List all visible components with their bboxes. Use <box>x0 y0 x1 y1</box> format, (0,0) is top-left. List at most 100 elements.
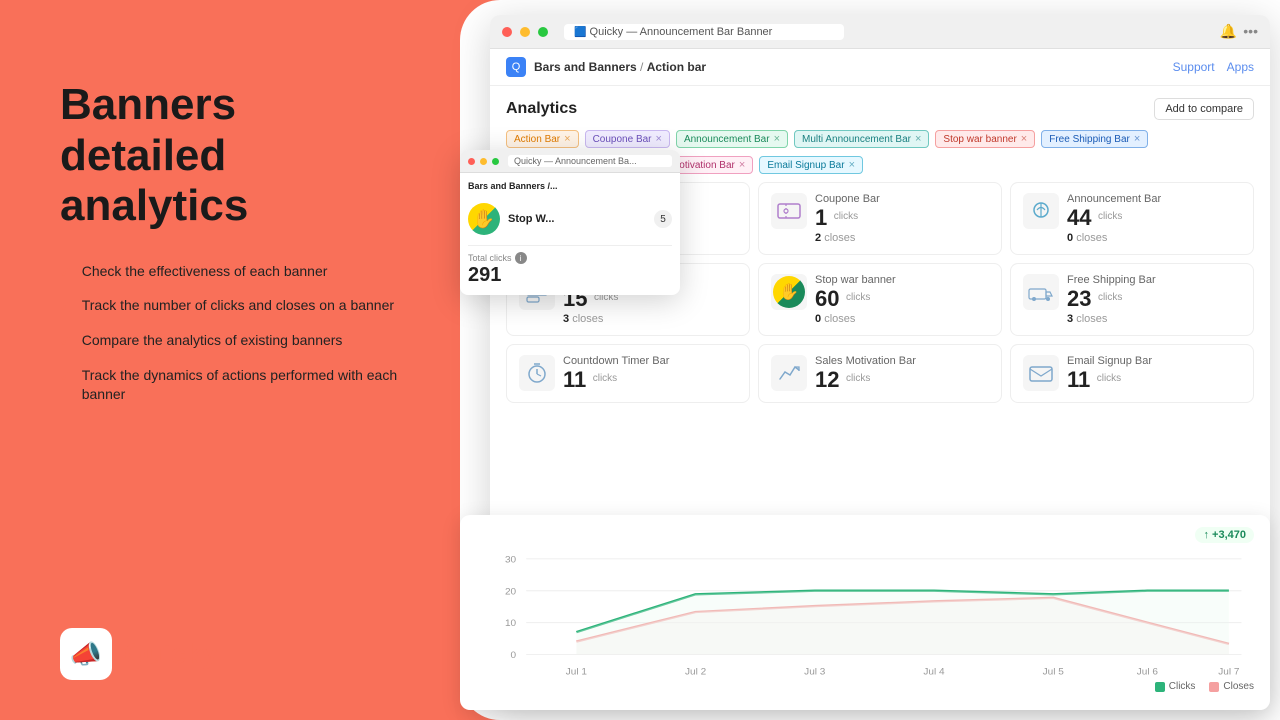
card-content: Sales Motivation Bar 12 clicks <box>815 355 916 392</box>
card-clicks: 44 clicks <box>1067 207 1161 230</box>
tag-close-icon[interactable]: × <box>656 133 662 145</box>
legend-clicks: Clicks <box>1155 681 1196 692</box>
card-icon <box>771 193 807 229</box>
svg-text:30: 30 <box>505 555 517 566</box>
svg-text:20: 20 <box>505 587 517 598</box>
more-icon: ••• <box>1243 23 1258 40</box>
tag-close-icon[interactable]: × <box>564 133 570 145</box>
chart-svg: 30 20 10 0 Jul 1 Jul 2 Jul 3 Jul 4 Jul 5… <box>476 547 1254 677</box>
small-dot-green <box>492 158 499 165</box>
analytics-title: Analytics <box>506 100 577 118</box>
card-content: Email Signup Bar 11 clicks <box>1067 355 1152 392</box>
card-content: Free Shipping Bar 23 clicks 3 closes <box>1067 274 1156 325</box>
left-panel: Banners detailed analytics ✓ Check the e… <box>0 0 460 720</box>
app-logo-small: Q <box>506 57 526 77</box>
feature-item: ✓ Track the dynamics of actions performe… <box>60 366 410 405</box>
tag-close-icon[interactable]: × <box>774 133 780 145</box>
svg-text:0: 0 <box>511 650 517 661</box>
nav-right: Support Apps <box>1173 60 1254 74</box>
features-list: ✓ Check the effectiveness of each banner… <box>60 262 410 405</box>
card-email-signup: Email Signup Bar 11 clicks <box>1010 344 1254 403</box>
tag-close-icon[interactable]: × <box>849 159 855 171</box>
stop-war-label: Stop W... <box>508 213 554 225</box>
svg-text:10: 10 <box>505 618 517 629</box>
browser-titlebar: 🟦 Quicky — Announcement Bar Banner 🔔 ••• <box>490 15 1270 49</box>
page-title: Banners detailed analytics <box>60 80 410 232</box>
small-browser-content: Bars and Banners /... ✋ Stop W... 5 Tota… <box>460 173 680 295</box>
feature-item: ✓ Compare the analytics of existing bann… <box>60 331 410 352</box>
card-content: Coupone Bar 1 clicks 2 closes <box>815 193 880 244</box>
breadcrumb: Bars and Banners / Action bar <box>534 60 706 74</box>
svg-text:Jul 2: Jul 2 <box>685 667 706 677</box>
tag-announcement-bar[interactable]: Announcement Bar × <box>676 130 788 148</box>
app-nav: Q Bars and Banners / Action bar Support … <box>490 49 1270 86</box>
small-browser-titlebar: Quicky — Announcement Ba... <box>460 150 680 173</box>
closes-color-dot <box>1209 682 1219 692</box>
feature-item: ✓ Check the effectiveness of each banner <box>60 262 410 283</box>
card-icon: ✋ <box>771 274 807 310</box>
tag-close-icon[interactable]: × <box>1134 133 1140 145</box>
support-link[interactable]: Support <box>1173 60 1215 74</box>
check-icon: ✓ <box>60 332 72 352</box>
stop-war-icon: ✋ <box>468 203 500 235</box>
card-closes: 2 closes <box>815 232 880 244</box>
card-icon <box>1023 274 1059 310</box>
browser-icons: 🔔 ••• <box>1220 23 1258 40</box>
tag-action-bar[interactable]: Action Bar × <box>506 130 579 148</box>
tag-coupone-bar[interactable]: Coupone Bar × <box>585 130 670 148</box>
card-clicks: 11 clicks <box>563 369 669 392</box>
dot-red <box>502 27 512 37</box>
card-free-shipping: Free Shipping Bar 23 clicks 3 closes <box>1010 263 1254 336</box>
tag-close-icon[interactable]: × <box>1021 133 1027 145</box>
small-dot-yellow <box>480 158 487 165</box>
svg-text:Jul 5: Jul 5 <box>1043 667 1065 677</box>
tag-stop-war[interactable]: Stop war banner × <box>935 130 1035 148</box>
card-closes: 3 closes <box>563 313 663 325</box>
analytics-header: Analytics Add to compare <box>506 98 1254 120</box>
small-browser-window: Quicky — Announcement Ba... Bars and Ban… <box>460 150 680 295</box>
card-content: Stop war banner 60 clicks 0 closes <box>815 274 896 325</box>
tag-email-signup[interactable]: Email Signup Bar × <box>759 156 863 174</box>
tag-close-icon[interactable]: × <box>739 159 745 171</box>
card-announcement-bar: Announcement Bar 44 clicks 0 closes <box>1010 182 1254 255</box>
card-clicks: 60 clicks <box>815 288 896 311</box>
tag-multi-announcement[interactable]: Multi Announcement Bar × <box>794 130 929 148</box>
small-dot-red <box>468 158 475 165</box>
total-clicks-number: 291 <box>468 264 672 287</box>
stop-war-row: ✋ Stop W... 5 <box>468 197 672 241</box>
check-icon: ✓ <box>60 367 72 387</box>
tags-row: Action Bar × Coupone Bar × Announcement … <box>506 130 1254 148</box>
bell-icon: 🔔 <box>1220 23 1237 40</box>
card-sales-motivation: Sales Motivation Bar 12 clicks <box>758 344 1002 403</box>
chart-legend: Clicks Closes <box>476 681 1254 692</box>
card-label: Announcement Bar <box>1067 193 1161 205</box>
logo-area: 📣 Quicky <box>60 628 410 680</box>
card-label: Sales Motivation Bar <box>815 355 916 367</box>
small-breadcrumb: Bars and Banners /... <box>468 181 672 191</box>
browser-url: 🟦 Quicky — Announcement Bar Banner <box>564 24 844 40</box>
card-icon <box>771 355 807 391</box>
card-icon <box>1023 355 1059 391</box>
card-closes: 0 closes <box>1067 232 1161 244</box>
small-browser-url: Quicky — Announcement Ba... <box>508 155 672 167</box>
card-label: Coupone Bar <box>815 193 880 205</box>
add-compare-button[interactable]: Add to compare <box>1154 98 1254 120</box>
svg-text:Jul 4: Jul 4 <box>923 667 945 677</box>
chart-header: ↑ +3,470 <box>476 527 1254 543</box>
card-clicks: 12 clicks <box>815 369 916 392</box>
apps-link[interactable]: Apps <box>1227 60 1254 74</box>
svg-text:Jul 7: Jul 7 <box>1218 667 1239 677</box>
chart-badge: ↑ +3,470 <box>1195 527 1254 543</box>
svg-text:Jul 3: Jul 3 <box>804 667 825 677</box>
card-label: Stop war banner <box>815 274 896 286</box>
tag-free-shipping[interactable]: Free Shipping Bar × <box>1041 130 1148 148</box>
tag-close-icon[interactable]: × <box>915 133 921 145</box>
logo-icon: 📣 <box>60 628 112 680</box>
right-panel: Quicky — Announcement Ba... Bars and Ban… <box>460 0 1280 720</box>
card-clicks: 23 clicks <box>1067 288 1156 311</box>
card-clicks: 1 clicks <box>815 207 880 230</box>
check-icon: ✓ <box>60 297 72 317</box>
chart-area: ↑ +3,470 30 20 10 0 Jul 1 Jul 2 Jul 3 Ju… <box>460 515 1270 710</box>
card-icon <box>519 355 555 391</box>
feature-item: ✓ Track the number of clicks and closes … <box>60 296 410 317</box>
